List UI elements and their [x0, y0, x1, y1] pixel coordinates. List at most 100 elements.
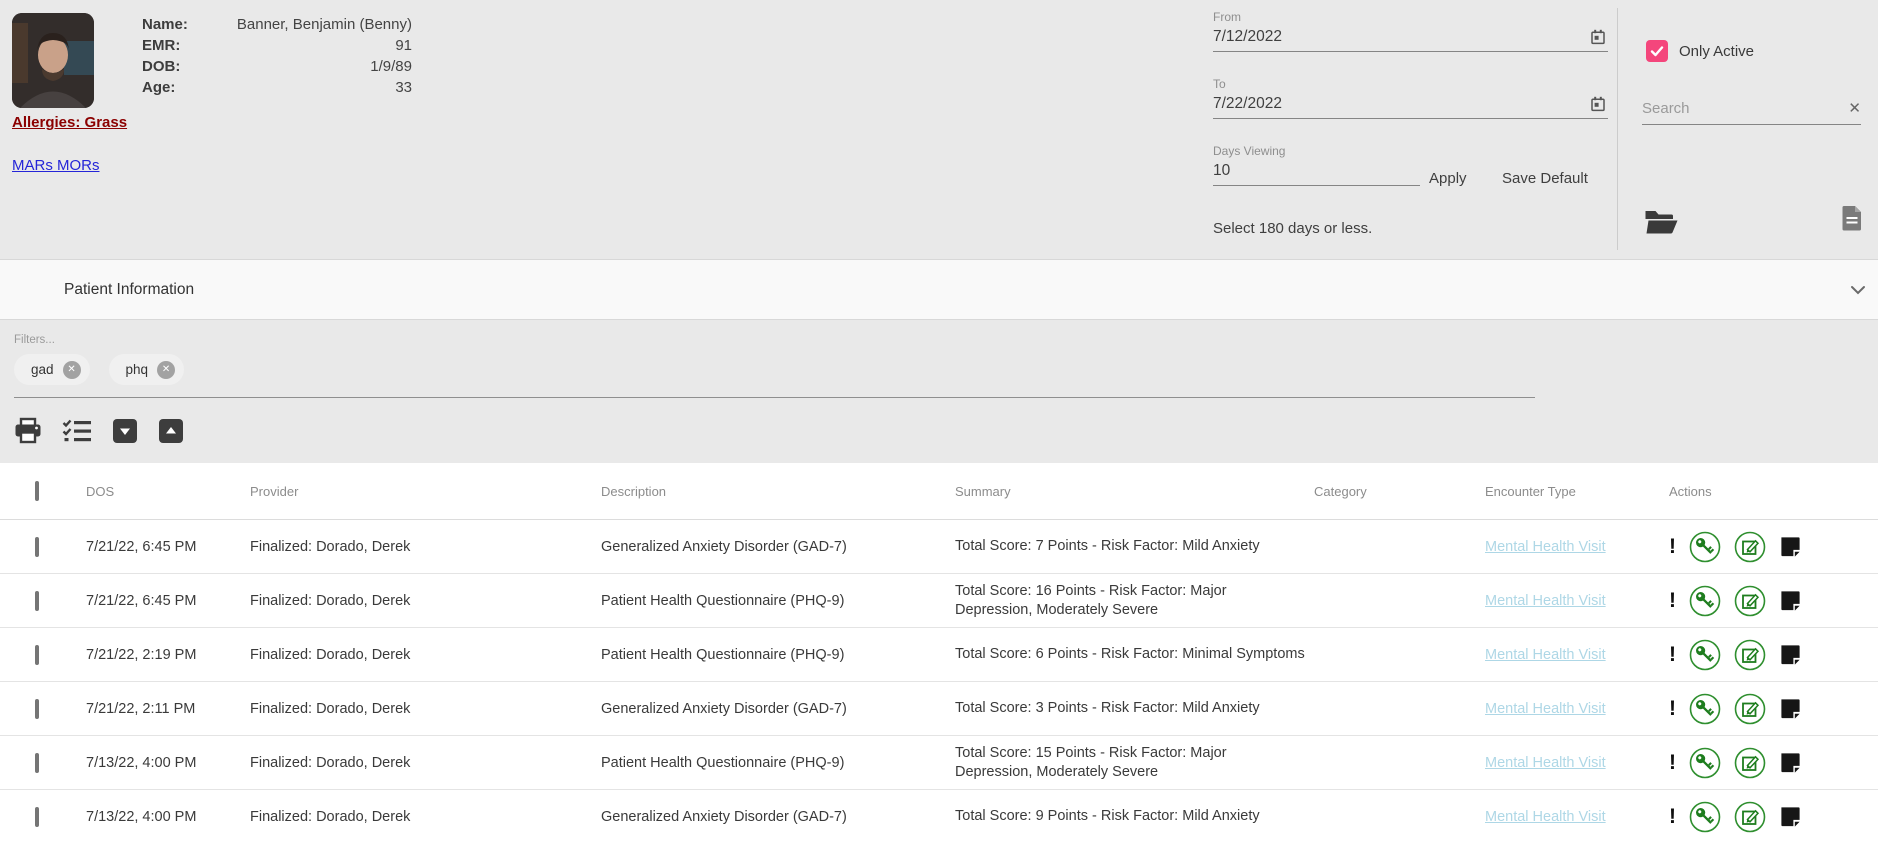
note-icon[interactable] — [1779, 751, 1802, 774]
edit-icon[interactable] — [1734, 531, 1766, 563]
patient-information-section-header[interactable]: Patient Information — [0, 259, 1878, 320]
patient-photo-image — [12, 13, 94, 108]
alert-icon[interactable]: ! — [1669, 806, 1676, 827]
select-all-checkbox[interactable] — [35, 481, 39, 501]
header-description: Description — [601, 484, 955, 499]
provider-cell: Finalized: Dorado, Derek — [250, 647, 601, 663]
header-dos: DOS — [86, 484, 250, 499]
apply-button[interactable]: Apply — [1429, 170, 1467, 187]
emr-label: EMR: — [142, 37, 222, 54]
row-checkbox[interactable] — [35, 807, 39, 827]
filters-divider — [14, 397, 1535, 398]
encounter-type-link[interactable]: Mental Health Visit — [1485, 809, 1606, 825]
summary-cell: Total Score: 7 Points - Risk Factor: Mil… — [955, 537, 1314, 556]
summary-cell: Total Score: 9 Points - Risk Factor: Mil… — [955, 807, 1314, 826]
chevron-down-icon[interactable] — [1850, 282, 1866, 300]
dos-cell: 7/21/22, 2:19 PM — [86, 647, 250, 663]
summary-cell: Total Score: 6 Points - Risk Factor: Min… — [955, 645, 1314, 664]
description-cell: Generalized Anxiety Disorder (GAD-7) — [601, 809, 955, 825]
calendar-icon[interactable] — [1590, 29, 1606, 45]
document-icon[interactable] — [1841, 204, 1863, 237]
row-checkbox[interactable] — [35, 591, 39, 611]
alert-icon[interactable]: ! — [1669, 590, 1676, 611]
checkmark-icon — [1649, 43, 1665, 59]
from-date-input[interactable] — [1213, 24, 1608, 52]
search-input[interactable] — [1642, 96, 1861, 125]
key-icon[interactable] — [1689, 801, 1721, 833]
header-summary: Summary — [955, 484, 1314, 499]
encounter-type-link[interactable]: Mental Health Visit — [1485, 539, 1606, 555]
header-encounter-type: Encounter Type — [1485, 484, 1669, 499]
encounter-type-link[interactable]: Mental Health Visit — [1485, 647, 1606, 663]
checklist-icon[interactable] — [62, 418, 92, 444]
allergies-link[interactable]: Allergies: Grass — [12, 114, 127, 131]
alert-icon[interactable]: ! — [1669, 536, 1676, 557]
remove-chip-icon[interactable]: ✕ — [63, 361, 81, 379]
only-active-checkbox[interactable] — [1646, 40, 1668, 62]
print-icon[interactable] — [14, 417, 42, 444]
top-header-panel: Allergies: Grass MARs MORs Name: Banner,… — [0, 0, 1878, 259]
open-folder-icon[interactable] — [1644, 207, 1678, 239]
encounter-type-link[interactable]: Mental Health Visit — [1485, 755, 1606, 771]
vertical-divider — [1617, 8, 1618, 250]
encounter-type-link[interactable]: Mental Health Visit — [1485, 593, 1606, 609]
days-viewing-input[interactable] — [1213, 158, 1420, 186]
table-header-row: DOS Provider Description Summary Categor… — [0, 463, 1878, 520]
emr-value: 91 — [222, 37, 412, 54]
key-icon[interactable] — [1689, 585, 1721, 617]
table-toolbar — [14, 417, 184, 444]
description-cell: Generalized Anxiety Disorder (GAD-7) — [601, 539, 955, 555]
key-icon[interactable] — [1689, 693, 1721, 725]
description-cell: Patient Health Questionnaire (PHQ-9) — [601, 755, 955, 771]
row-checkbox[interactable] — [35, 537, 39, 557]
key-icon[interactable] — [1689, 639, 1721, 671]
edit-icon[interactable] — [1734, 585, 1766, 617]
key-icon[interactable] — [1689, 531, 1721, 563]
name-value: Banner, Benjamin (Benny) — [222, 16, 412, 33]
encounter-type-link[interactable]: Mental Health Visit — [1485, 701, 1606, 717]
filters-label: Filters... — [14, 334, 55, 346]
row-checkbox[interactable] — [35, 645, 39, 665]
edit-icon[interactable] — [1734, 801, 1766, 833]
patient-photo — [12, 13, 94, 108]
alert-icon[interactable]: ! — [1669, 752, 1676, 773]
only-active-checkbox-row[interactable]: Only Active — [1646, 40, 1754, 62]
alert-icon[interactable]: ! — [1669, 698, 1676, 719]
edit-icon[interactable] — [1734, 639, 1766, 671]
provider-cell: Finalized: Dorado, Derek — [250, 755, 601, 771]
filters-panel: Filters... gad ✕ phq ✕ — [0, 320, 1878, 463]
clear-search-icon[interactable]: ✕ — [1848, 99, 1861, 117]
calendar-icon[interactable] — [1590, 96, 1606, 112]
dos-cell: 7/13/22, 4:00 PM — [86, 755, 250, 771]
description-cell: Patient Health Questionnaire (PHQ-9) — [601, 593, 955, 609]
note-icon[interactable] — [1779, 697, 1802, 720]
table-row: 7/21/22, 2:19 PM Finalized: Dorado, Dere… — [0, 628, 1878, 682]
move-up-icon[interactable] — [158, 418, 184, 444]
row-checkbox[interactable] — [35, 753, 39, 773]
note-icon[interactable] — [1779, 589, 1802, 612]
chip-label: phq — [126, 362, 149, 377]
save-default-button[interactable]: Save Default — [1502, 170, 1588, 187]
name-label: Name: — [142, 16, 222, 33]
provider-cell: Finalized: Dorado, Derek — [250, 593, 601, 609]
alert-icon[interactable]: ! — [1669, 644, 1676, 665]
header-category: Category — [1314, 484, 1485, 499]
row-checkbox[interactable] — [35, 699, 39, 719]
note-icon[interactable] — [1779, 805, 1802, 828]
filter-chip-gad: gad ✕ — [14, 354, 90, 385]
to-date-input[interactable] — [1213, 91, 1608, 119]
edit-icon[interactable] — [1734, 693, 1766, 725]
move-down-icon[interactable] — [112, 418, 138, 444]
edit-icon[interactable] — [1734, 747, 1766, 779]
header-actions: Actions — [1669, 484, 1878, 499]
remove-chip-icon[interactable]: ✕ — [157, 361, 175, 379]
only-active-label: Only Active — [1679, 43, 1754, 60]
key-icon[interactable] — [1689, 747, 1721, 779]
table-row: 7/13/22, 4:00 PM Finalized: Dorado, Dere… — [0, 790, 1878, 841]
table-row: 7/21/22, 6:45 PM Finalized: Dorado, Dere… — [0, 574, 1878, 628]
to-label: To — [1213, 77, 1608, 91]
note-icon[interactable] — [1779, 643, 1802, 666]
note-icon[interactable] — [1779, 535, 1802, 558]
mars-mors-link[interactable]: MARs MORs — [12, 157, 100, 174]
dos-cell: 7/21/22, 2:11 PM — [86, 701, 250, 717]
